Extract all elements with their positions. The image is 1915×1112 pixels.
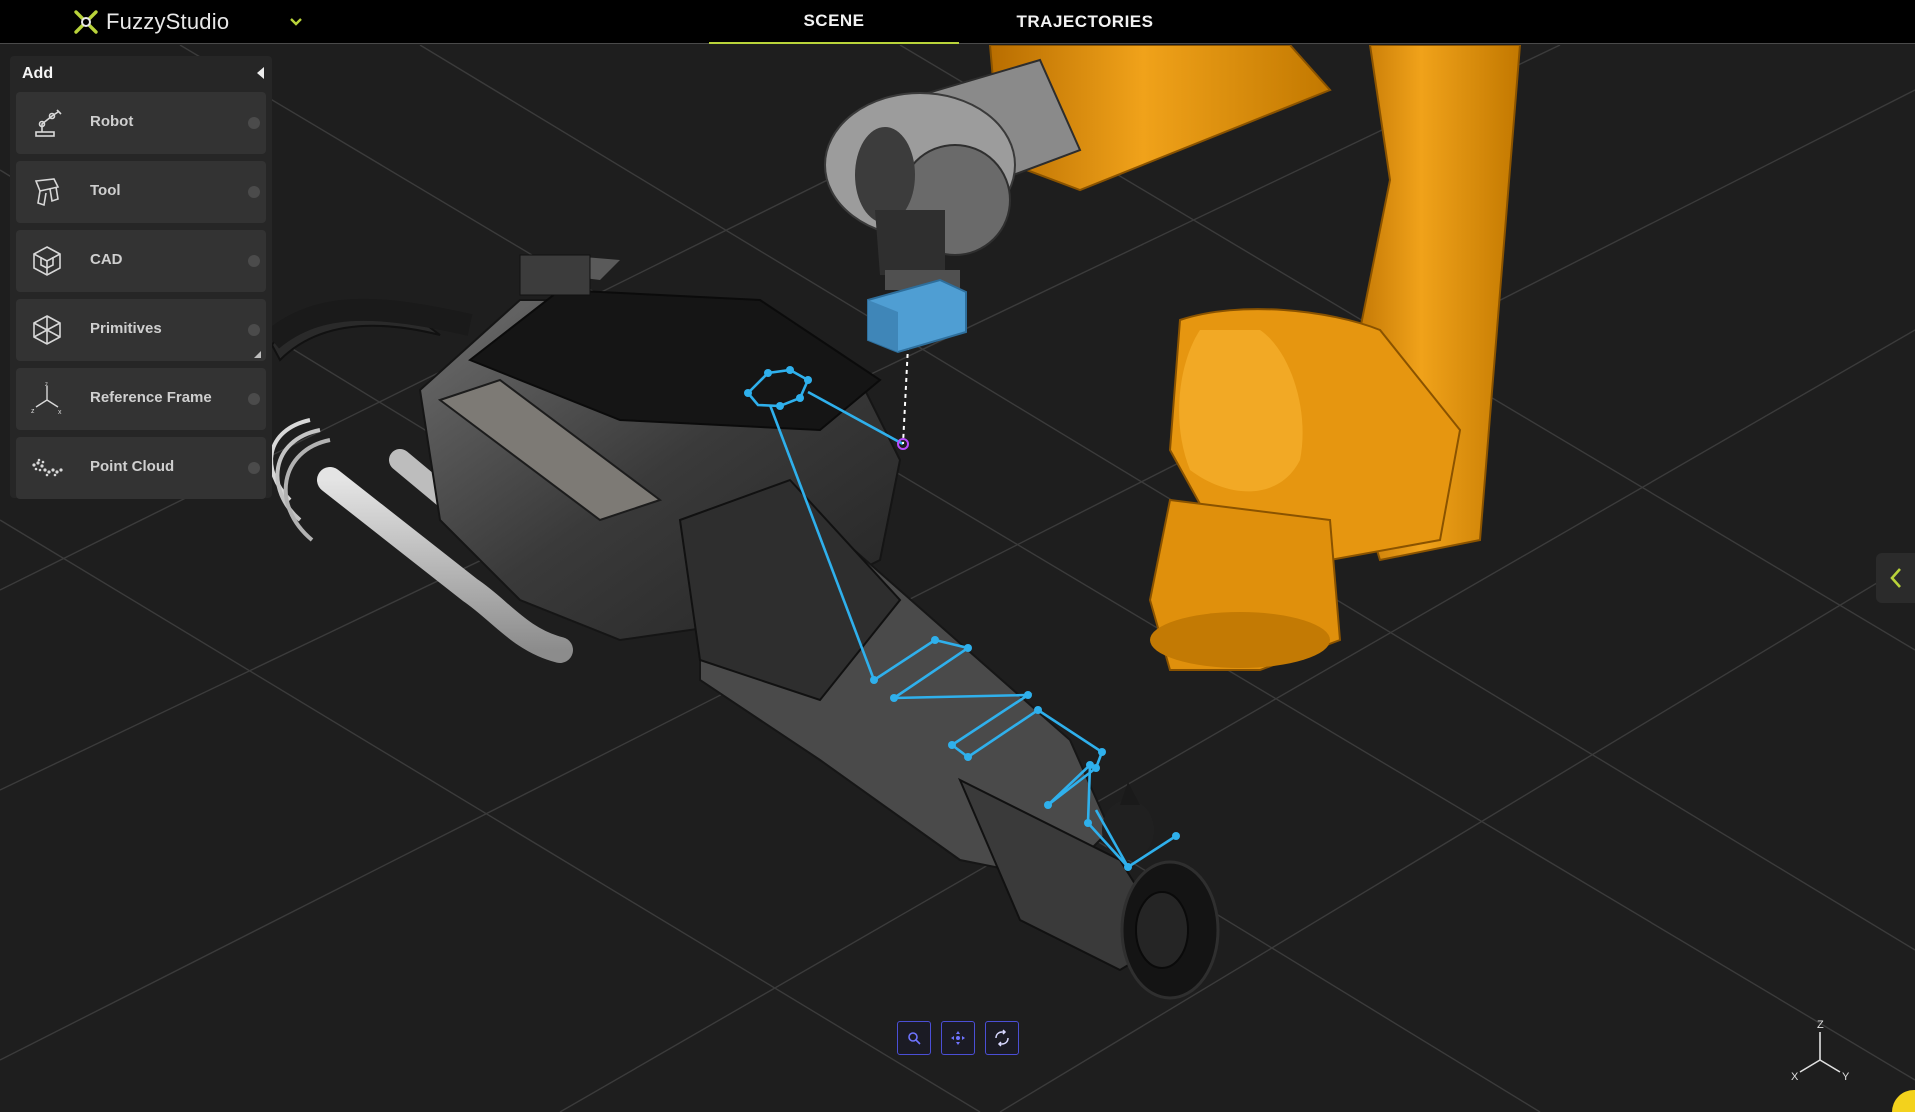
rotate-icon xyxy=(995,1029,1009,1047)
scene-viewport[interactable] xyxy=(0,45,1915,1112)
reference-frame-icon: z z x xyxy=(31,382,62,416)
add-item-reference-frame[interactable]: z z x Reference Frame xyxy=(16,368,266,430)
tab-trajectories[interactable]: TRAJECTORIES xyxy=(960,0,1210,44)
pan-icon xyxy=(951,1031,965,1045)
add-item-robot[interactable]: Robot xyxy=(16,92,266,154)
chevron-left-icon xyxy=(1889,568,1901,588)
tool-icon xyxy=(34,178,60,207)
add-item-cad-label: CAD xyxy=(90,251,123,268)
pan-tool-button[interactable] xyxy=(941,1021,975,1055)
point-cloud-icon xyxy=(32,458,63,477)
chevron-down-icon xyxy=(290,18,302,26)
tool-approach-line xyxy=(902,345,909,445)
add-item-robot-label: Robot xyxy=(90,113,134,130)
rotate-tool-button[interactable] xyxy=(985,1021,1019,1055)
tab-trajectories-label: TRAJECTORIES xyxy=(1016,12,1154,31)
robot-arm-model[interactable] xyxy=(824,45,1522,671)
app-root: FuzzyStudio SCENE TRAJECTORIES Add Robot xyxy=(0,0,1915,1112)
add-item-cad[interactable]: CAD xyxy=(16,230,266,292)
info-icon[interactable] xyxy=(248,186,260,198)
zoom-tool-button[interactable] xyxy=(897,1021,931,1055)
app-menu-dropdown[interactable] xyxy=(282,8,310,36)
axis-x-label: X xyxy=(1791,1071,1799,1083)
axis-y-label: Y xyxy=(1842,1071,1850,1083)
tab-scene-label: SCENE xyxy=(803,11,865,30)
add-item-primitives-label: Primitives xyxy=(90,320,162,337)
add-item-reference-frame-label: Reference Frame xyxy=(90,389,212,406)
svg-text:x: x xyxy=(58,409,62,416)
zoom-icon xyxy=(908,1032,921,1045)
add-panel-header: Add xyxy=(10,56,272,90)
info-icon[interactable] xyxy=(248,324,260,336)
axis-gizmo: Z X Y xyxy=(1791,1019,1850,1083)
primitives-icon xyxy=(33,315,61,345)
engine-cad-model[interactable] xyxy=(264,254,1220,1000)
cad-cube-icon xyxy=(33,246,61,276)
fuzzy-logo-icon xyxy=(74,10,98,34)
add-panel: Add Robot Tool CAD Primitives z z x Refe… xyxy=(10,56,272,499)
top-bar: FuzzyStudio SCENE TRAJECTORIES xyxy=(0,0,1915,44)
submenu-corner-icon[interactable] xyxy=(254,351,261,358)
tab-scene[interactable]: SCENE xyxy=(709,0,959,44)
svg-text:z: z xyxy=(45,382,48,388)
add-item-tool[interactable]: Tool xyxy=(16,161,266,223)
axis-z-label: Z xyxy=(1817,1019,1824,1031)
add-item-primitives[interactable]: Primitives xyxy=(16,299,266,361)
brand-logo[interactable]: FuzzyStudio xyxy=(72,8,229,36)
add-item-point-cloud[interactable]: Point Cloud xyxy=(16,437,266,499)
robot-icon xyxy=(35,109,62,137)
info-icon[interactable] xyxy=(248,393,260,405)
info-icon[interactable] xyxy=(248,117,260,129)
add-item-tool-label: Tool xyxy=(90,182,121,199)
info-icon[interactable] xyxy=(248,255,260,267)
right-panel-toggle[interactable] xyxy=(1876,553,1915,603)
brand-name: FuzzyStudio xyxy=(106,9,230,34)
svg-text:z: z xyxy=(31,408,35,415)
collapse-panel-icon[interactable] xyxy=(254,66,268,80)
add-panel-title: Add xyxy=(22,65,54,82)
add-item-point-cloud-label: Point Cloud xyxy=(90,458,175,475)
info-icon[interactable] xyxy=(248,462,260,474)
